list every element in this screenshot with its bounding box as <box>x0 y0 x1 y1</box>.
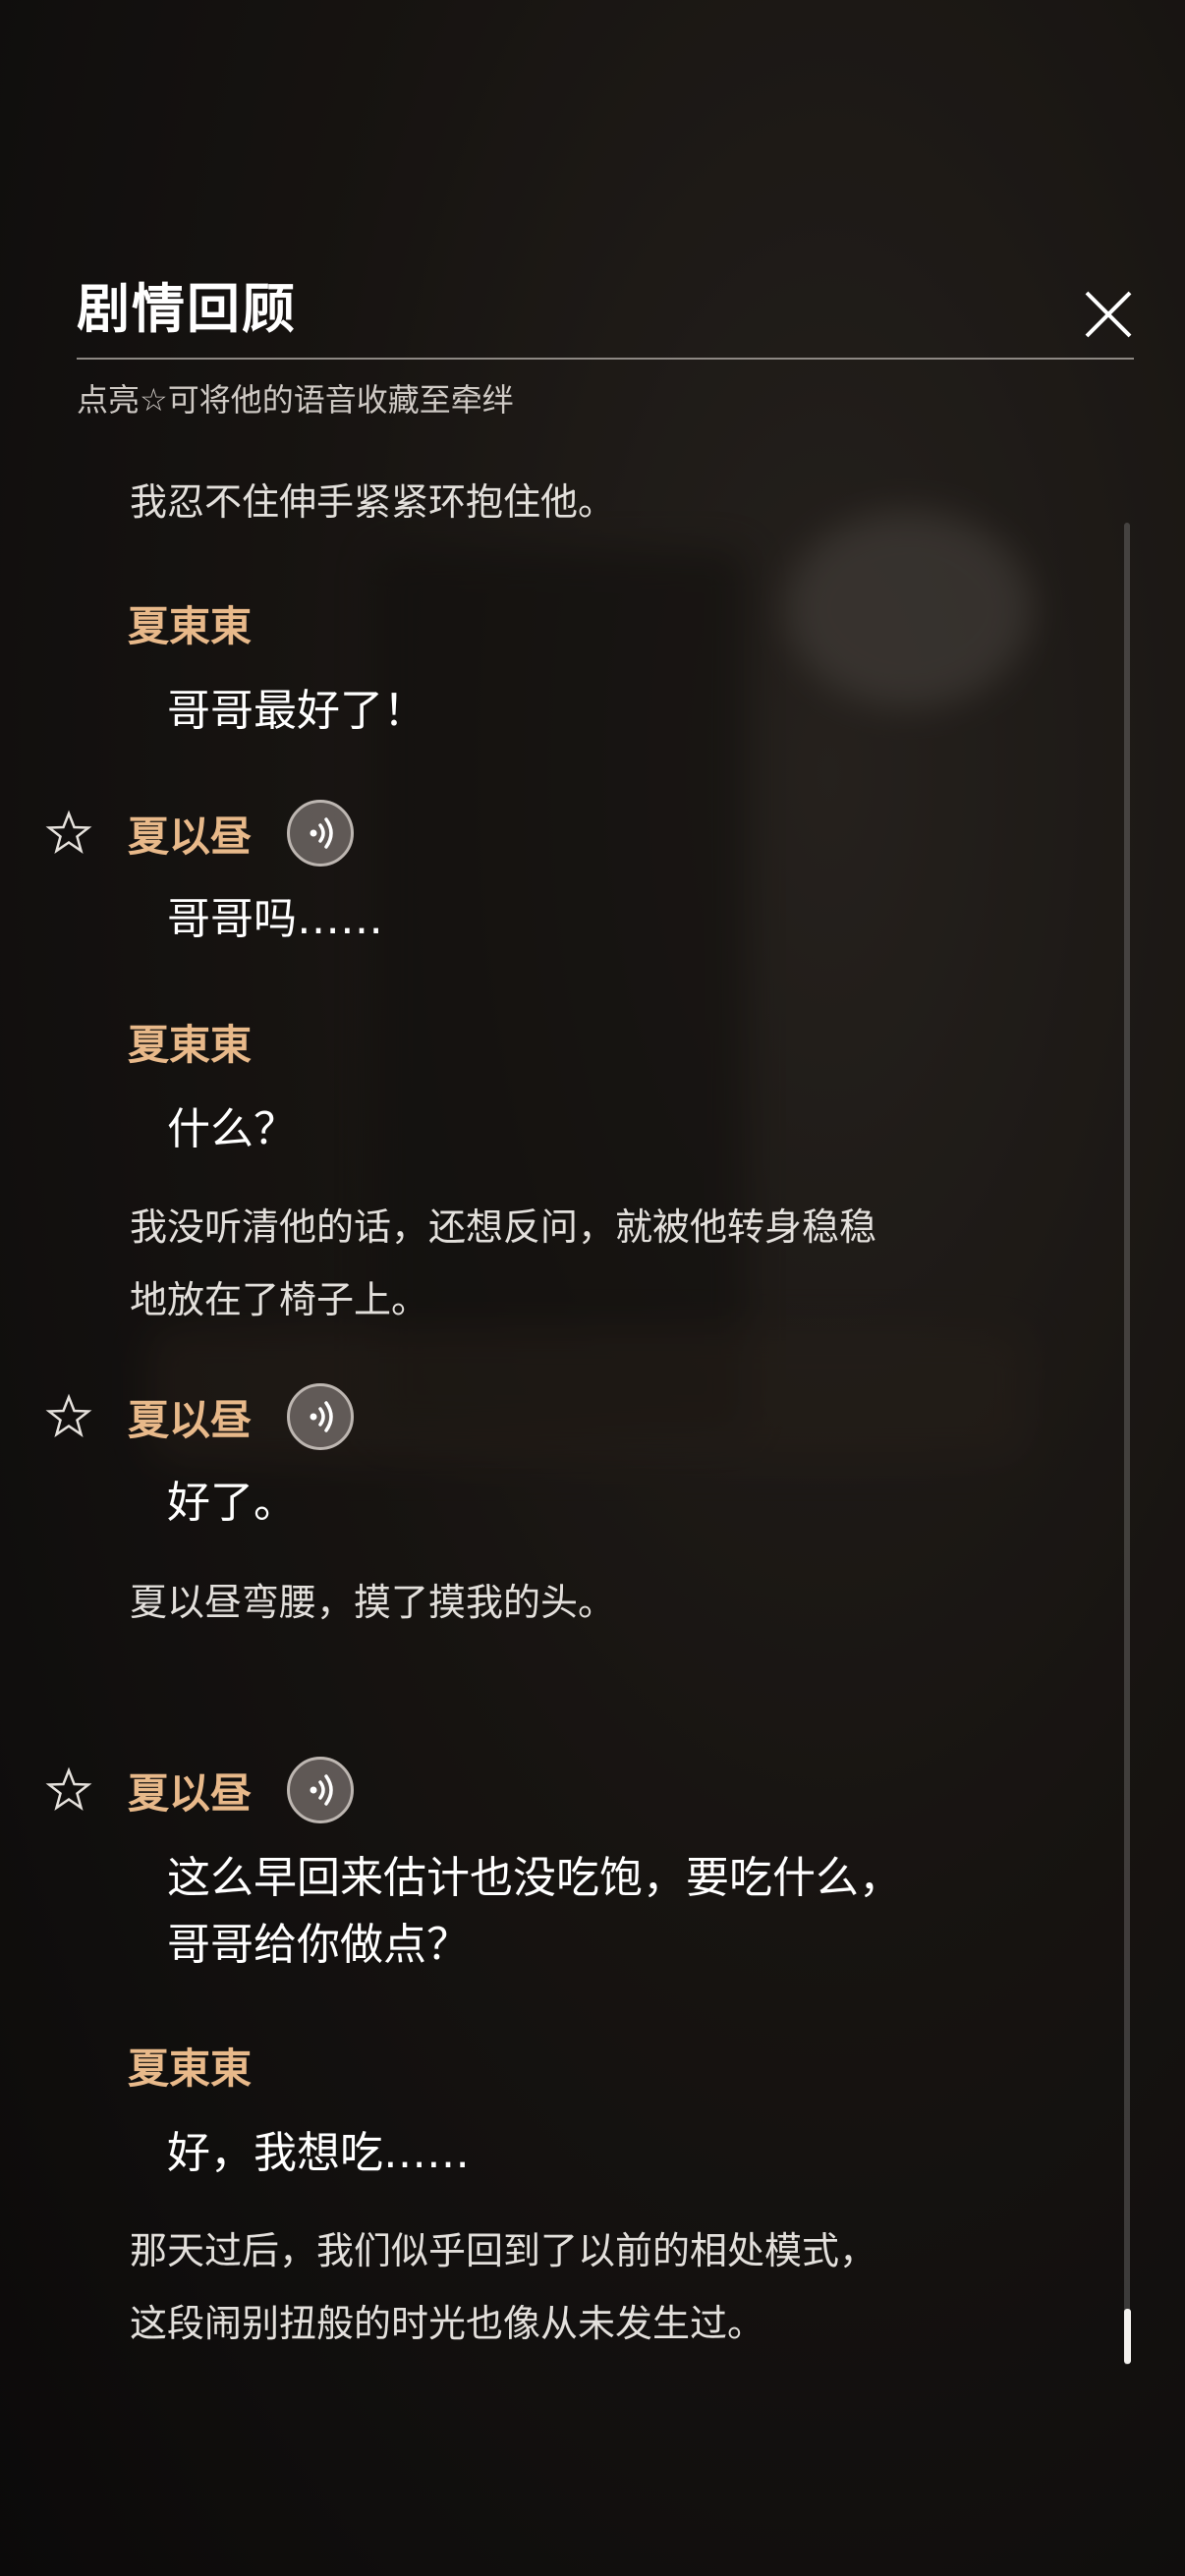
narration-line: 我忍不住伸手紧紧环抱住他。 <box>130 480 616 524</box>
speaker-name: 夏以昼 <box>128 812 253 861</box>
scrollbar-track[interactable] <box>1124 523 1130 2365</box>
favorite-star-button[interactable] <box>45 1766 92 1814</box>
narration-line: 我没听清他的话，还想反问，就被他转身稳稳 <box>130 1205 877 1249</box>
favorite-star-button[interactable] <box>45 1393 92 1440</box>
header-divider <box>77 358 1134 360</box>
dialogue-line: 这么早回来估计也没吃饱，要吃什么， <box>167 1853 902 1903</box>
voice-play-icon <box>310 1774 333 1806</box>
star-outline-icon <box>45 810 92 854</box>
narration-line: 这段闹别扭般的时光也像从未发生过。 <box>130 2302 765 2345</box>
speaker-name: 夏以昼 <box>128 1396 253 1444</box>
narration-line: 那天过后，我们似乎回到了以前的相处模式， <box>130 2229 877 2272</box>
voice-play-button[interactable] <box>287 1757 354 1823</box>
voice-play-icon <box>310 817 333 849</box>
dialogue-line: 哥哥吗…… <box>167 894 383 944</box>
voice-play-button[interactable] <box>287 800 354 867</box>
dialogue-line: 好，我想吃…… <box>167 2128 470 2178</box>
narration-line: 地放在了椅子上。 <box>130 1278 429 1321</box>
voice-play-icon <box>310 1401 333 1432</box>
voice-play-button[interactable] <box>287 1383 354 1450</box>
scrollbar-thumb[interactable] <box>1124 2309 1131 2364</box>
narration-line: 夏以昼弯腰，摸了摸我的头。 <box>130 1581 616 1624</box>
favorite-star-button[interactable] <box>45 810 92 857</box>
speaker-name: 夏東東 <box>128 602 253 650</box>
hint-text: 点亮☆可将他的语音收藏至牵绊 <box>77 381 514 419</box>
speaker-name: 夏以昼 <box>128 1769 253 1818</box>
speaker-name: 夏東東 <box>128 2044 253 2093</box>
star-outline-icon <box>45 1393 92 1437</box>
dialogue-line: 哥哥最好了！ <box>167 686 426 736</box>
close-icon <box>1085 291 1132 338</box>
close-button[interactable] <box>1081 287 1136 342</box>
dialogue-line: 哥哥给你做点？ <box>167 1920 470 1970</box>
dialogue-line: 好了。 <box>167 1478 297 1528</box>
page-title: 剧情回顾 <box>77 277 297 340</box>
star-outline-icon <box>45 1766 92 1811</box>
speaker-name: 夏東東 <box>128 1021 253 1069</box>
dialogue-line: 什么？ <box>167 1104 297 1154</box>
